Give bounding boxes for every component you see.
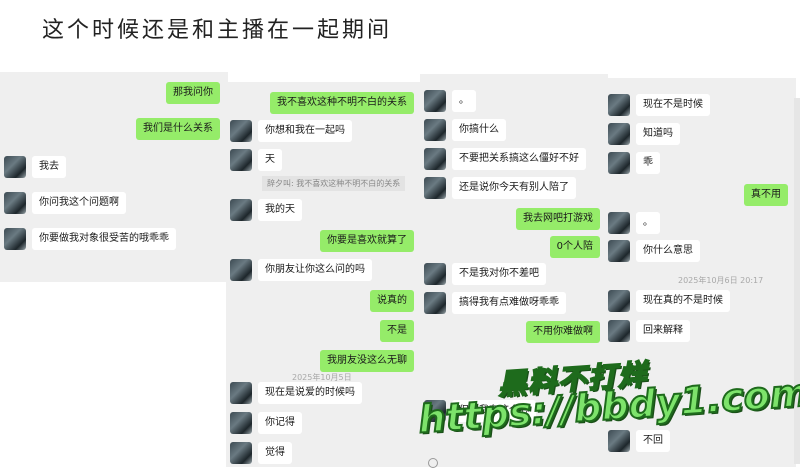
message-incoming: 你想和我在一起吗 xyxy=(258,120,352,142)
avatar[interactable] xyxy=(424,148,446,170)
message-incoming: 天 xyxy=(258,149,282,171)
message-incoming: 你朋友让你这么问的吗 xyxy=(258,259,372,281)
avatar[interactable] xyxy=(608,94,630,116)
message-incoming: 现在不是时候 xyxy=(636,94,710,116)
avatar[interactable] xyxy=(4,228,26,250)
message-incoming: 乖 xyxy=(636,152,660,174)
avatar[interactable] xyxy=(424,177,446,199)
recalled-message-notice: 辞夕叫: 我不喜欢这种不明不白的关系 xyxy=(262,176,406,191)
message-incoming: 我的天 xyxy=(258,199,302,221)
message-outgoing: 那我问你 xyxy=(166,82,220,104)
avatar[interactable] xyxy=(230,199,252,221)
message-incoming: 你问我这个问题啊 xyxy=(32,192,126,214)
message-outgoing: 不是 xyxy=(380,320,414,342)
message-incoming: 回来解释 xyxy=(636,320,690,342)
message-incoming: 还是说你今天有别人陪了 xyxy=(452,177,576,199)
message-incoming: 不要把关系搞这么僵好不好 xyxy=(452,148,586,170)
message-incoming: 不回 xyxy=(636,430,670,452)
avatar[interactable] xyxy=(230,382,252,404)
message-incoming: 你要做我对象很受苦的哦乖乖 xyxy=(32,228,176,250)
message-outgoing: 我朋友没这么无聊 xyxy=(320,350,414,372)
avatar[interactable] xyxy=(424,292,446,314)
message-incoming: 我去 xyxy=(32,156,66,178)
chat-screenshot-1: 那我问你 我们是什么关系 我去 你问我这个问题啊 你要做我对象很受苦的哦乖乖 xyxy=(0,72,228,282)
message-outgoing: 你要是喜欢就算了 xyxy=(320,230,414,252)
message-incoming: 你什么意思 xyxy=(636,240,700,262)
avatar[interactable] xyxy=(608,430,630,452)
avatar[interactable] xyxy=(608,212,630,234)
message-outgoing: 0个人陪 xyxy=(549,236,600,258)
avatar[interactable] xyxy=(424,119,446,141)
message-incoming: 觉得 xyxy=(258,442,292,464)
message-incoming: 现在真的不是时候 xyxy=(636,290,730,312)
avatar[interactable] xyxy=(230,259,252,281)
message-outgoing: 我们是什么关系 xyxy=(136,118,220,140)
message-incoming: 不是我对你不差吧 xyxy=(452,263,546,285)
avatar[interactable] xyxy=(230,442,252,464)
message-incoming: 你记得 xyxy=(258,412,302,434)
avatar[interactable] xyxy=(230,120,252,142)
message-incoming: 现在是说爱的时候吗 xyxy=(258,382,362,404)
avatar[interactable] xyxy=(608,290,630,312)
message-incoming: 你搞什么 xyxy=(452,119,506,141)
avatar[interactable] xyxy=(608,123,630,145)
avatar[interactable] xyxy=(4,156,26,178)
message-outgoing: 不用你难做啊 xyxy=(526,321,600,343)
timestamp: 2025年10月6日 20:17 xyxy=(678,276,764,285)
avatar[interactable] xyxy=(4,192,26,214)
message-incoming: 。 xyxy=(452,90,476,112)
message-outgoing: 说真的 xyxy=(370,290,414,312)
avatar[interactable] xyxy=(608,240,630,262)
avatar[interactable] xyxy=(608,152,630,174)
page-title: 这个时候还是和主播在一起期间 xyxy=(42,18,393,43)
message-outgoing: 我去网吧打游戏 xyxy=(516,208,600,230)
avatar[interactable] xyxy=(424,90,446,112)
emoji-icon[interactable] xyxy=(428,458,438,468)
avatar[interactable] xyxy=(230,412,252,434)
chat-screenshot-2: 我不喜欢这种不明不白的关系 你想和我在一起吗 天 辞夕叫: 我不喜欢这种不明不白… xyxy=(226,82,422,467)
avatar[interactable] xyxy=(424,263,446,285)
message-incoming: 搞得我有点难做呀乖乖 xyxy=(452,292,566,314)
avatar[interactable] xyxy=(230,149,252,171)
message-incoming: 知道吗 xyxy=(636,123,680,145)
message-outgoing: 真不用 xyxy=(744,184,788,206)
message-incoming: 。 xyxy=(636,212,660,234)
avatar[interactable] xyxy=(608,320,630,342)
message-outgoing: 我不喜欢这种不明不白的关系 xyxy=(270,92,414,114)
